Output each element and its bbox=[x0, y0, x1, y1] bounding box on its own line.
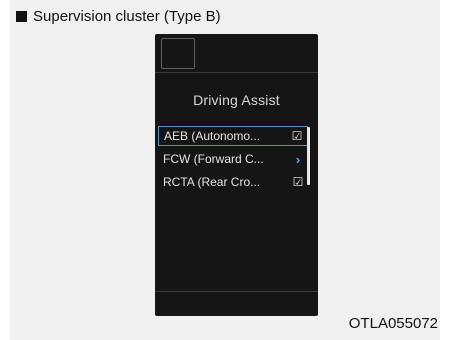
cluster-screen: Driving Assist AEB (Autonomo... ☑ FCW (F… bbox=[155, 34, 318, 316]
top-bar bbox=[155, 34, 318, 73]
list-item-label: FCW (Forward C... bbox=[163, 152, 264, 166]
screen-title: Driving Assist bbox=[193, 92, 280, 108]
figure-code: OTLA055072 bbox=[348, 315, 438, 332]
back-button[interactable] bbox=[161, 38, 195, 69]
chevron-right-icon[interactable]: › bbox=[292, 152, 304, 167]
checkbox-checked-icon[interactable]: ☑ bbox=[292, 175, 304, 189]
list-item-label: RCTA (Rear Cro... bbox=[163, 175, 261, 189]
settings-list: AEB (Autonomo... ☑ FCW (Forward C... › R… bbox=[158, 126, 308, 195]
figure-caption: Supervision cluster (Type B) bbox=[16, 8, 221, 25]
bottom-bar bbox=[155, 291, 318, 316]
checkbox-checked-icon[interactable]: ☑ bbox=[291, 129, 303, 143]
square-bullet-icon bbox=[16, 11, 27, 22]
scrollbar[interactable] bbox=[307, 127, 310, 185]
caption-text: Supervision cluster (Type B) bbox=[33, 8, 221, 25]
list-item-rcta[interactable]: RCTA (Rear Cro... ☑ bbox=[158, 172, 308, 192]
list-item-fcw[interactable]: FCW (Forward C... › bbox=[158, 149, 308, 169]
list-item-label: AEB (Autonomo... bbox=[164, 129, 261, 143]
list-item-aeb[interactable]: AEB (Autonomo... ☑ bbox=[158, 126, 308, 146]
